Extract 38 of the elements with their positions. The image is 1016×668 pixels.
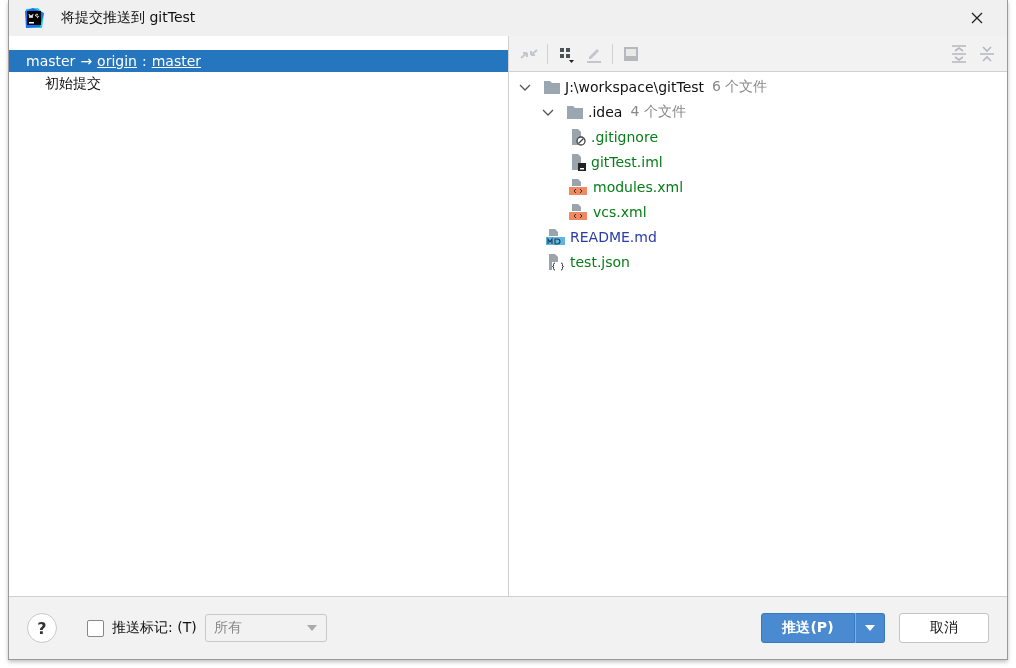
checkbox-label: 推送标记: (T) <box>112 619 197 637</box>
folder-name: J:\workspace\gitTest <box>565 78 705 95</box>
local-branch: master <box>26 53 76 69</box>
xml-file-icon <box>569 202 589 221</box>
branch-row[interactable]: master → origin : master <box>9 50 508 72</box>
target-branch-link[interactable]: master <box>151 53 202 69</box>
xml-file-icon <box>569 177 589 196</box>
help-button[interactable]: ? <box>27 613 57 643</box>
collapse-all-icon[interactable] <box>977 43 997 64</box>
separator-text: : <box>142 53 147 69</box>
file-count: 4 个文件 <box>630 102 686 121</box>
app-logo-icon <box>23 7 45 29</box>
file-name: test.json <box>570 253 630 270</box>
remote-link[interactable]: origin <box>97 53 137 69</box>
close-icon[interactable] <box>971 12 983 24</box>
caret-icon <box>864 624 876 632</box>
folder-name: .idea <box>588 103 623 120</box>
markdown-file-icon <box>546 227 566 246</box>
push-options-button[interactable] <box>855 613 885 643</box>
folder-icon <box>566 103 584 120</box>
file-count: 6 个文件 <box>712 77 768 96</box>
cancel-button[interactable]: 取消 <box>899 613 989 643</box>
checkbox[interactable] <box>87 619 104 637</box>
file-name: modules.xml <box>593 178 684 195</box>
dropdown-arrow-icon <box>305 624 318 632</box>
folder-icon <box>543 78 561 95</box>
window-title: 将提交推送到 gitTest <box>61 9 196 27</box>
file-name: vcs.xml <box>593 203 647 220</box>
file-name: gitTest.iml <box>591 153 663 170</box>
json-file-icon <box>546 252 566 271</box>
module-file-icon <box>569 152 587 171</box>
expand-all-icon[interactable] <box>949 43 969 64</box>
ignored-file-icon <box>569 127 587 146</box>
file-name: .gitignore <box>591 128 658 145</box>
file-name: README.md <box>570 228 657 245</box>
push-button[interactable]: 推送(P) <box>761 613 855 643</box>
commit-item[interactable]: 初始提交 <box>9 72 508 94</box>
arrow-text: → <box>80 53 93 69</box>
